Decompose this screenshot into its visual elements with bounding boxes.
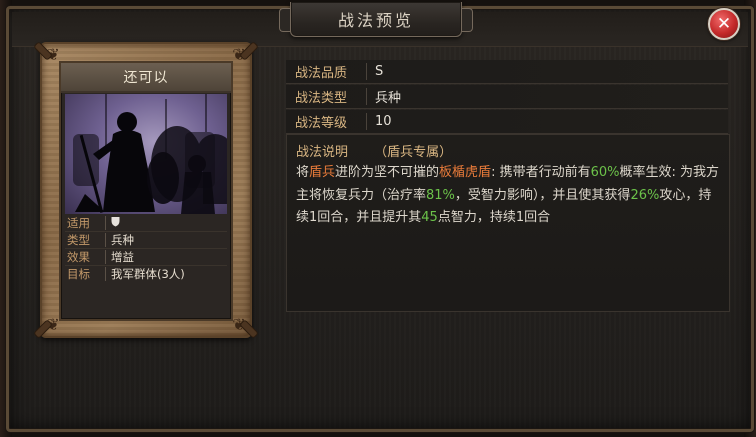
text: 将 (296, 165, 310, 180)
stat-label: 效果 (67, 250, 90, 264)
card-stats: 适用 类型 兵种 效果 增益 目标 我军群体(3人) (65, 215, 227, 282)
text: : 携带者行动前有 (491, 165, 591, 180)
info-row-type: 战法类型 兵种 (286, 85, 728, 109)
card-illustration (65, 94, 227, 214)
description-header: 战法说明 （盾兵专属） (296, 141, 452, 160)
description-label: 战法说明 (296, 145, 349, 160)
info-value: S (375, 64, 384, 79)
highlight-value: 60% (590, 165, 620, 180)
text: 点智力，持续1回合 (437, 210, 551, 225)
stat-value: 我军群体(3人) (111, 267, 185, 281)
divider (105, 250, 106, 264)
description-subtitle: （盾兵专属） (374, 145, 453, 160)
description-text: 将盾兵进阶为坚不可摧的板楯虎盾: 携带者行动前有60%概率生效: 为我方主将恢复… (296, 162, 724, 230)
stat-label: 适用 (67, 216, 90, 230)
stat-row: 目标 我军群体(3人) (65, 266, 227, 282)
highlight-value: 26% (630, 187, 660, 203)
close-button[interactable]: ✕ (708, 8, 740, 40)
description-box: 战法说明 （盾兵专属） 将盾兵进阶为坚不可摧的板楯虎盾: 携带者行动前有60%概… (286, 134, 730, 312)
text: ，受智力影响），并且使其获得 (454, 187, 631, 203)
text: 进阶为坚不可摧的 (335, 165, 440, 180)
stat-row: 效果 增益 (65, 249, 227, 266)
window-title: 战法预览 (337, 11, 414, 30)
divider (366, 63, 367, 80)
highlight-value: 45 (421, 210, 438, 225)
info-value: 10 (375, 114, 392, 129)
info-label: 战法等级 (295, 116, 348, 131)
title-plate: 战法预览 (279, 2, 473, 37)
highlight-value: 81% (426, 187, 455, 203)
card-name-bar: 还可以 (61, 63, 231, 93)
shield-icon (111, 216, 120, 230)
tactic-card: ❦ ❦ ❦ ❦ 还可以 适用 类型 兵种 效果 增益 目标 我军群体(3人) (34, 42, 258, 338)
highlight-unit: 板楯虎盾 (439, 165, 492, 180)
info-label: 战法品质 (295, 66, 348, 81)
stat-value: 兵种 (111, 233, 134, 247)
info-row-quality: 战法品质 S (286, 60, 728, 84)
divider (366, 88, 367, 105)
divider (105, 216, 106, 230)
stat-value: 增益 (111, 250, 134, 264)
stat-row: 类型 兵种 (65, 232, 227, 249)
card-name: 还可以 (123, 70, 169, 86)
divider (105, 233, 106, 247)
info-row-level: 战法等级 10 (286, 110, 728, 134)
stat-label: 目标 (67, 267, 90, 281)
stat-row: 适用 (65, 215, 227, 232)
divider (366, 113, 367, 130)
card-inner: 还可以 适用 类型 兵种 效果 增益 目标 我军群体(3人) (59, 61, 233, 321)
stat-label: 类型 (67, 233, 90, 247)
highlight-unit: 盾兵 (309, 165, 336, 180)
close-icon: ✕ (716, 14, 732, 34)
info-label: 战法类型 (295, 91, 348, 106)
info-value: 兵种 (375, 91, 402, 106)
divider (105, 267, 106, 281)
